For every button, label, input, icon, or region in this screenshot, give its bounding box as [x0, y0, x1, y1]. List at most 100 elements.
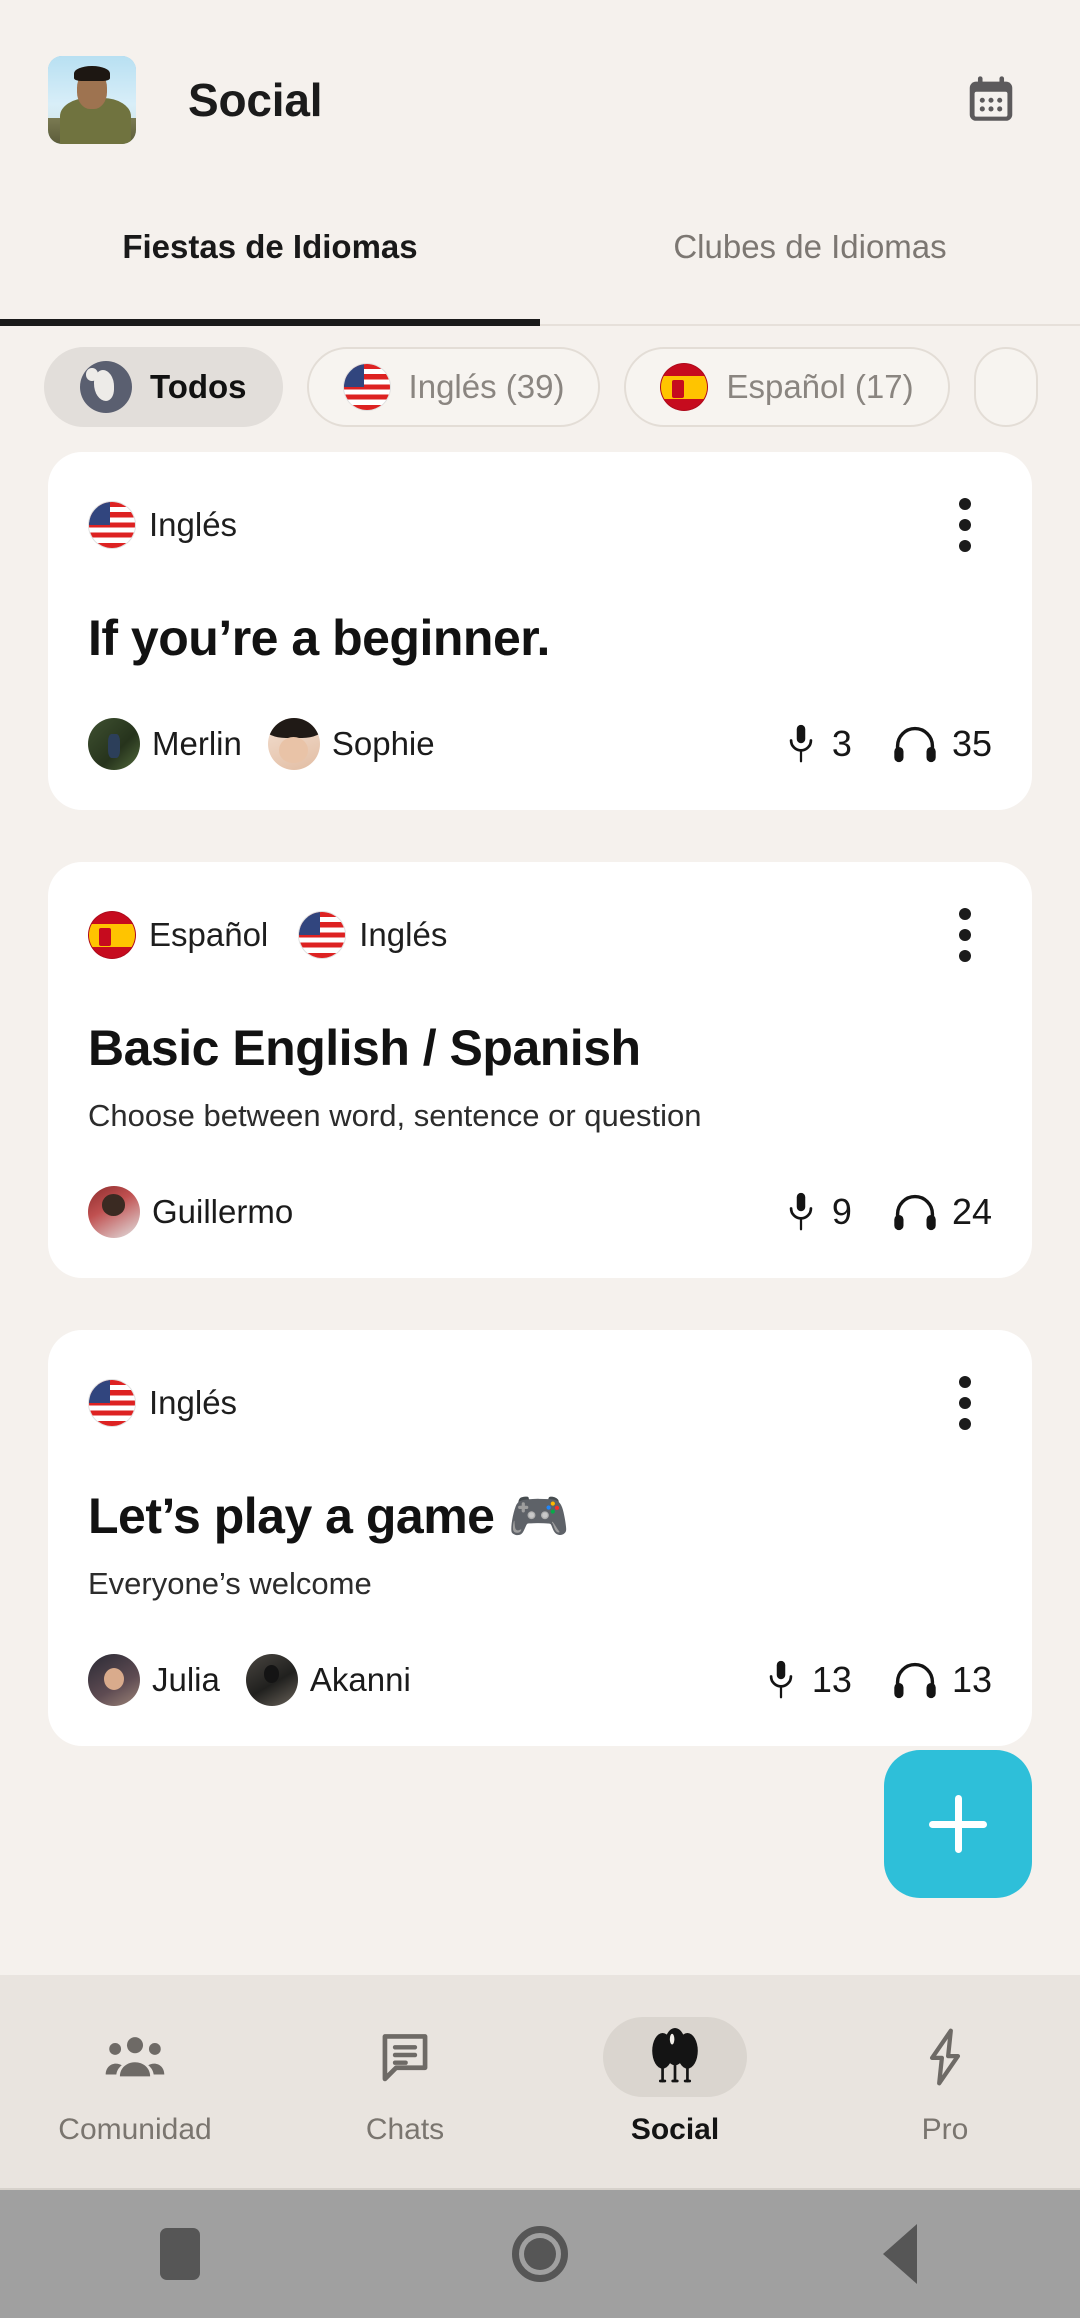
language-badge: Español [88, 911, 268, 959]
speaker[interactable]: Sophie [267, 718, 435, 770]
language-name: Inglés [149, 1384, 238, 1421]
microphone-icon [769, 1660, 793, 1699]
speaker-list: Julia Akanni [88, 1654, 411, 1706]
nav-icon-wrap [333, 2017, 477, 2097]
nav-icon-wrap [603, 2016, 747, 2097]
recents-square-icon [160, 2228, 200, 2280]
recents-button[interactable] [0, 2228, 360, 2280]
flag-us-icon [298, 911, 347, 959]
nav-label: Chats [365, 2112, 445, 2146]
card-subtitle: Choose between word, sentence or questio… [88, 1098, 702, 1133]
home-button[interactable] [360, 2226, 720, 2282]
card-overflow-menu-icon[interactable] [938, 494, 992, 556]
listener-count-stat: 13 [892, 1659, 992, 1701]
language-name: Inglés [149, 506, 238, 543]
balloons-icon [652, 2027, 698, 2082]
nav-label: Social [630, 2112, 720, 2146]
card-header: Inglés [88, 494, 992, 556]
calendar-icon[interactable] [962, 71, 1020, 129]
card-footer: Julia Akanni 13 13 [88, 1654, 992, 1706]
chip-label: Todos [150, 368, 247, 405]
room-card[interactable]: Inglés If you’re a beginner. Merlin Soph… [48, 452, 1032, 810]
tab-clubes-de-idiomas[interactable]: Clubes de Idiomas [540, 200, 1080, 326]
card-subtitle: Everyone’s welcome [88, 1566, 372, 1601]
speaker-name: Akanni [309, 1661, 411, 1698]
flag-us-icon [88, 1379, 136, 1427]
nav-icon-wrap [873, 2017, 1017, 2097]
microphone-icon [789, 1192, 813, 1231]
speaker[interactable]: Guillermo [88, 1186, 293, 1238]
tab-label: Clubes de Idiomas [673, 228, 947, 265]
headphones-icon [894, 1662, 936, 1699]
speaker[interactable]: Julia [88, 1654, 220, 1706]
chip-label: Inglés (39) [408, 368, 565, 405]
back-triangle-icon [883, 2224, 917, 2284]
nav-item-comunidad[interactable]: Comunidad [0, 2017, 270, 2147]
speaker[interactable]: Akanni [245, 1654, 411, 1706]
tab-bar: Fiestas de Idiomas Clubes de Idiomas [0, 200, 1080, 326]
room-card[interactable]: Inglés Let’s play a game 🎮 Everyone’s we… [48, 1330, 1032, 1746]
card-title: Basic English / Spanish [88, 1020, 641, 1076]
nav-label: Pro [921, 2112, 969, 2146]
language-filter-chips[interactable]: Todos Inglés (39) Español (17) [0, 326, 1080, 452]
people-icon [105, 2036, 165, 2076]
back-button[interactable] [720, 2224, 1080, 2284]
card-overflow-menu-icon[interactable] [938, 1372, 992, 1434]
speaker-count-stat: 3 [784, 722, 852, 766]
tab-fiestas-de-idiomas[interactable]: Fiestas de Idiomas [0, 200, 540, 326]
nav-item-social[interactable]: Social [540, 2016, 810, 2147]
speaker-list: Merlin Sophie [88, 718, 435, 770]
listener-count: 13 [951, 1659, 992, 1700]
card-overflow-menu-icon[interactable] [938, 904, 992, 966]
chip-next-partial[interactable] [973, 347, 1038, 427]
avatar [88, 1186, 140, 1238]
speaker-count-stat: 13 [764, 1658, 852, 1702]
language-badge: Inglés [88, 1379, 237, 1427]
lightning-bolt-icon [929, 2028, 961, 2085]
plus-icon-vertical [954, 1795, 962, 1853]
flag-es-icon [660, 363, 709, 411]
speaker-count: 3 [831, 723, 852, 764]
speaker-name: Julia [152, 1661, 220, 1698]
headphones-icon [894, 1194, 936, 1231]
tab-label: Fiestas de Idiomas [122, 228, 418, 265]
card-title: Let’s play a game 🎮 [88, 1488, 570, 1544]
chip-label: Español (17) [726, 368, 914, 405]
chip-espanol[interactable]: Español (17) [624, 347, 950, 427]
listener-count: 24 [951, 1191, 992, 1232]
card-header: Español Inglés [88, 904, 992, 966]
chip-todos[interactable]: Todos [44, 347, 283, 427]
user-avatar[interactable] [48, 56, 136, 144]
language-name: Inglés [359, 916, 448, 953]
chip-ingles[interactable]: Inglés (39) [306, 347, 601, 427]
nav-item-chats[interactable]: Chats [270, 2017, 540, 2147]
avatar [88, 718, 140, 770]
flag-us-icon [342, 363, 391, 411]
flag-us-icon [88, 501, 136, 549]
android-system-nav [0, 2190, 1080, 2318]
card-stats: 9 24 [784, 1190, 992, 1234]
app-header: Social [0, 0, 1080, 200]
nav-item-pro[interactable]: Pro [810, 2017, 1080, 2147]
language-name: Español [149, 916, 269, 953]
headphones-icon [894, 726, 936, 763]
page-title: Social [188, 74, 323, 126]
listener-count-stat: 24 [892, 1191, 992, 1233]
tab-active-indicator [0, 319, 540, 326]
speaker-count-stat: 9 [784, 1190, 852, 1234]
speaker[interactable]: Merlin [88, 718, 242, 770]
language-badge: Inglés [88, 501, 237, 549]
create-room-fab[interactable] [884, 1750, 1032, 1898]
card-stats: 3 35 [784, 722, 992, 766]
room-card[interactable]: Español Inglés Basic English / Spanish C… [48, 862, 1032, 1278]
speaker-count: 13 [811, 1659, 852, 1700]
flag-es-icon [88, 911, 136, 959]
speaker-name: Guillermo [152, 1193, 294, 1230]
card-title: If you’re a beginner. [88, 610, 550, 666]
language-badges: Español Inglés [88, 911, 447, 959]
home-circle-icon [512, 2226, 568, 2282]
microphone-icon [789, 724, 813, 763]
card-stats: 13 13 [764, 1658, 992, 1702]
speaker-count: 9 [831, 1191, 852, 1232]
language-badges: Inglés [88, 1379, 237, 1427]
